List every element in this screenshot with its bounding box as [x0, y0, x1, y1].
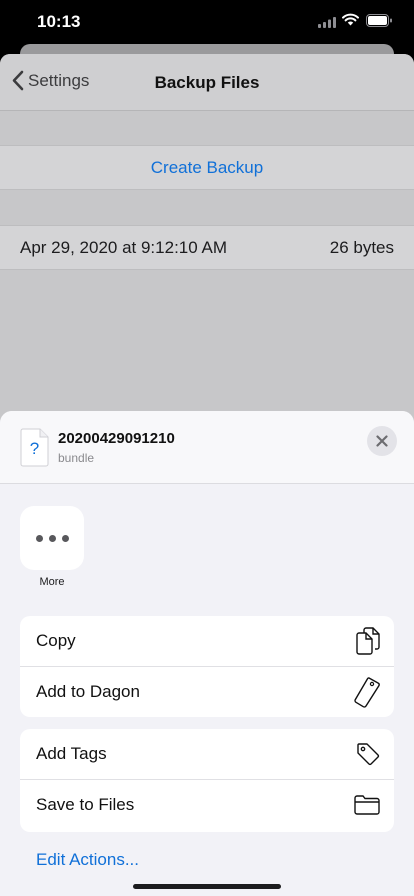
copy-icon: [356, 627, 380, 655]
close-button[interactable]: [367, 426, 397, 456]
add-to-dagon-label: Add to Dagon: [36, 682, 140, 701]
folder-icon: [354, 795, 380, 815]
document-icon-glyph: ?: [30, 439, 39, 458]
share-file-name: 20200429091210: [58, 430, 175, 447]
navigation-bar: Settings Backup Files: [0, 54, 414, 111]
backup-file-size: 26 bytes: [329, 238, 394, 257]
more-icon: [35, 534, 43, 542]
copy-action-label: Copy: [36, 631, 76, 650]
create-backup-button[interactable]: Create Backup: [0, 145, 414, 190]
page-title: Backup Files: [154, 73, 260, 92]
tag-icon: [354, 677, 380, 708]
backup-file-row[interactable]: Apr 29, 2020 at 9:12:10 AM 26 bytes: [0, 225, 414, 270]
save-to-files-action[interactable]: Save to Files: [20, 779, 394, 830]
close-icon: [376, 435, 388, 447]
share-file-type: bundle: [58, 451, 95, 465]
battery-icon: [366, 14, 392, 27]
status-time: 10:13: [37, 12, 81, 31]
add-tags-action[interactable]: Add Tags: [20, 729, 394, 779]
home-indicator: [133, 884, 281, 889]
status-bar: 10:13: [0, 0, 414, 44]
more-apps-button[interactable]: [20, 506, 84, 570]
add-to-dagon-action[interactable]: Add to Dagon: [20, 666, 394, 717]
wifi-icon: [342, 13, 359, 26]
save-to-files-label: Save to Files: [36, 795, 135, 814]
edit-actions-link[interactable]: Edit Actions...: [36, 850, 139, 870]
share-sheet-header: ? 20200429091210 bundle: [0, 411, 414, 484]
action-group-2: Add Tags Save to Files: [20, 729, 394, 832]
document-icon: ?: [20, 428, 49, 467]
copy-action[interactable]: Copy: [20, 616, 394, 666]
action-group-1: Copy Add to Dagon: [20, 616, 394, 717]
share-sheet: ? 20200429091210 bundle More Copy Add to…: [0, 411, 414, 896]
add-tags-label: Add Tags: [36, 744, 107, 763]
more-apps-label: More: [39, 576, 65, 588]
backup-file-date: Apr 29, 2020 at 9:12:10 AM: [20, 238, 227, 257]
label-tag-icon: [357, 743, 380, 766]
cellular-signal-icon: [318, 17, 336, 28]
